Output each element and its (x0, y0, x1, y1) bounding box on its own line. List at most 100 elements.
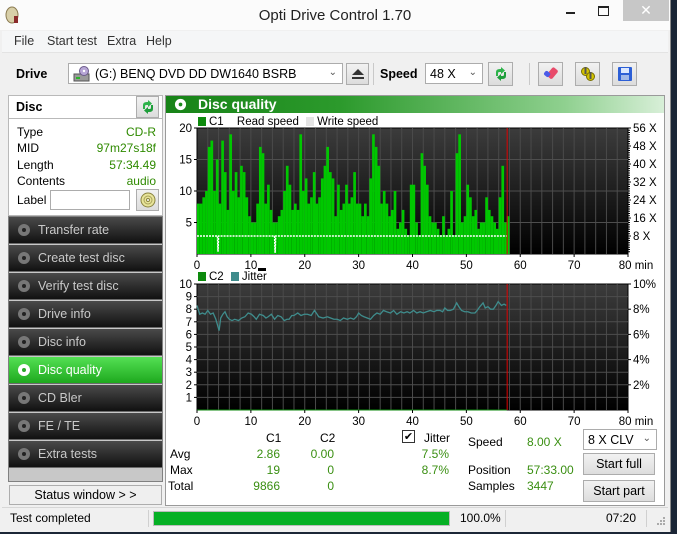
stats-avg-jitter: 7.5% (421, 447, 449, 461)
save-icon (617, 67, 632, 81)
maximize-button[interactable] (588, 0, 618, 21)
nav-transfer-rate[interactable]: Transfer rate (9, 217, 162, 244)
resize-grip-icon[interactable] (656, 516, 666, 526)
disc-gear-icon (18, 392, 30, 404)
menu-start-test[interactable]: Start test (47, 34, 97, 48)
erase-button[interactable] (538, 62, 563, 86)
drive-select-value: (G:) BENQ DVD DD DW1640 BSRB (95, 66, 297, 81)
y-tick-label: 4 (186, 355, 193, 367)
nav-disc-quality[interactable]: Disc quality (9, 357, 162, 384)
x-tick-label: 30 (352, 260, 365, 270)
nav-verify-test-disc[interactable]: Verify test disc (9, 273, 162, 300)
chevron-down-icon: ⌄ (642, 433, 651, 444)
disc-label-button[interactable] (136, 189, 159, 211)
start-full-button[interactable]: Start full (583, 453, 655, 475)
refresh-disc-button[interactable] (136, 96, 159, 118)
app-window: Opti Drive Control 1.70 ✕ File Start tes… (0, 0, 671, 532)
save-button[interactable] (612, 62, 637, 86)
refresh-speed-button[interactable] (488, 62, 513, 86)
c1-bar (436, 228, 440, 254)
y-tick-label: 1 (186, 392, 192, 404)
c1-bar (323, 165, 327, 254)
x-tick-label: 40 (406, 416, 419, 428)
close-button[interactable]: ✕ (623, 0, 669, 21)
disc-label-input[interactable] (50, 190, 130, 210)
y-right-tick-label: 32 X (633, 177, 657, 189)
disc-mid-value: 97m27s18f (96, 141, 156, 155)
settings-button[interactable] (575, 62, 600, 86)
c1-bar (415, 222, 418, 254)
test-speed-select[interactable]: 8 X CLV ⌄ (583, 429, 657, 450)
c1-bar (256, 203, 259, 254)
x-tick-label: 50 (460, 416, 473, 428)
minimize-button[interactable] (555, 0, 585, 21)
jitter-checkbox[interactable]: ✔ (402, 430, 415, 443)
menu-file[interactable]: File (14, 34, 34, 48)
eject-button[interactable] (346, 63, 369, 85)
c1-bar (487, 209, 491, 254)
x-tick-label: 0 (194, 416, 200, 428)
c1-bar (361, 216, 365, 254)
x-tick-label: 60 (514, 260, 527, 270)
stats-col-jitter: Jitter (424, 431, 451, 445)
c1-bar (479, 222, 483, 254)
x-tick-label: 60 (514, 416, 527, 428)
y-tick-label: 5 (186, 218, 192, 230)
c1-bar (291, 209, 294, 254)
nav-fe-te[interactable]: FE / TE (9, 413, 162, 440)
disc-length-label: Length (17, 158, 54, 172)
c1-bar (237, 197, 241, 254)
nav-label: Extra tests (38, 447, 98, 461)
speed-select[interactable]: 48 X ⌄ (425, 63, 483, 84)
c1-bar (377, 165, 381, 254)
disc-quality-header: Disc quality (166, 96, 664, 113)
nav-drive-info[interactable]: Drive info (9, 301, 162, 328)
c1-bar (310, 197, 313, 254)
disc-contents-value: audio (126, 174, 156, 188)
start-part-button[interactable]: Start part (583, 480, 655, 502)
samples-value: 3447 (527, 479, 554, 493)
progress-bar (153, 511, 450, 526)
c1-bar (455, 153, 459, 254)
c1-bar (232, 191, 235, 254)
c1-bar (328, 172, 332, 254)
c1-bar (493, 222, 497, 254)
c1-bar (242, 172, 246, 254)
status-window-button[interactable]: Status window > > (9, 485, 162, 505)
c1-bar (439, 235, 443, 254)
test-navigation: Transfer rate Create test disc Verify te… (8, 216, 163, 482)
c1-bar (504, 222, 507, 254)
x-tick-label: 40 (406, 260, 419, 270)
y-right-tick-label: 8% (633, 304, 650, 316)
c1-bar (296, 209, 300, 254)
disc-gear-icon (18, 280, 30, 292)
nav-create-test-disc[interactable]: Create test disc (9, 245, 162, 272)
c1-bar (452, 235, 456, 254)
c1-bar (261, 153, 265, 254)
disc-gear-icon (18, 308, 30, 320)
c1-bar (337, 184, 340, 254)
menu-help[interactable]: Help (146, 34, 172, 48)
c1-bar (277, 216, 281, 254)
c1-bar (501, 165, 505, 254)
y-right-tick-label: 10% (633, 279, 656, 291)
disc-icon (140, 192, 155, 208)
y-tick-label: 9 (186, 292, 192, 304)
c1-bar (393, 191, 397, 254)
c1-bar (490, 216, 494, 254)
samples-label: Samples (468, 479, 515, 493)
menu-extra[interactable]: Extra (107, 34, 136, 48)
nav-extra-tests[interactable]: Extra tests (9, 441, 162, 468)
c1-bar (285, 165, 289, 254)
c1-bar (293, 203, 297, 254)
nav-cd-bler[interactable]: CD Bler (9, 385, 162, 412)
stats-max-label: Max (170, 463, 193, 477)
c1-bar (396, 228, 400, 254)
c1-bar (388, 216, 391, 254)
jitter-chart: 0 10 20 30 40 50 60 70 80 min123456789102%4%6%8%… (179, 279, 656, 428)
eraser-icon (543, 67, 558, 79)
stats-max-jitter: 8.7% (421, 463, 449, 477)
y-tick-label: 5 (186, 342, 192, 354)
drive-select[interactable]: (G:) BENQ DVD DD DW1640 BSRB ⌄ (68, 63, 343, 84)
nav-disc-info[interactable]: Disc info (9, 329, 162, 356)
